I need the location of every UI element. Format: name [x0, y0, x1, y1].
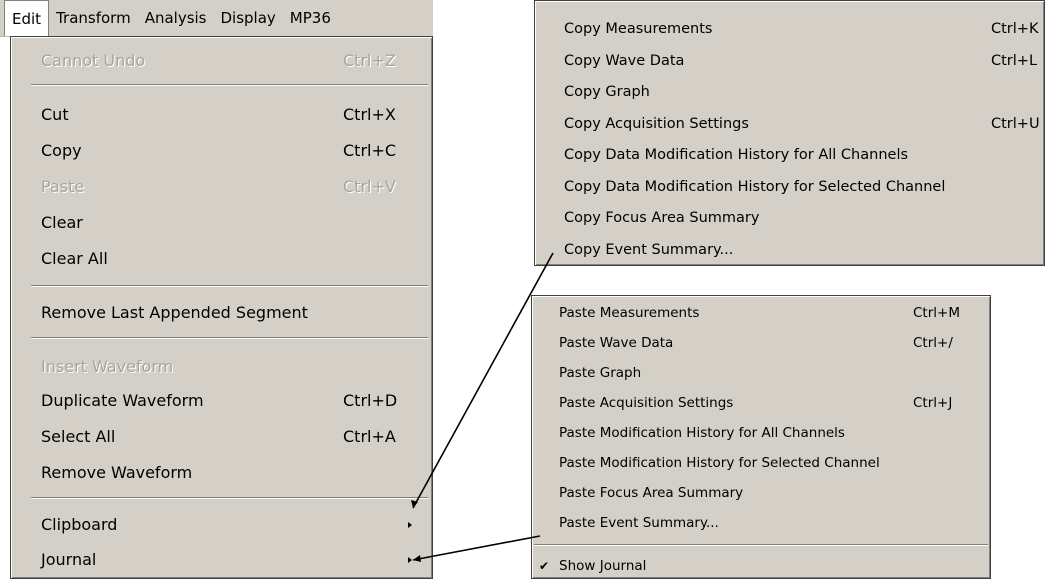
menu-item-label: Copy Event Summary...	[564, 241, 734, 258]
clipboard-item[interactable]: Copy Focus Area Summary	[535, 203, 1044, 235]
menu-item-label: Paste Acquisition Settings	[559, 395, 734, 411]
menu-item-shortcut: Ctrl+C	[343, 141, 397, 160]
clipboard-item[interactable]: Copy Wave Data Ctrl+L	[535, 46, 1044, 78]
menu-item-clipboard[interactable]: Clipboard	[11, 507, 432, 543]
menu-analysis-label: Analysis	[144, 9, 207, 27]
menu-item-label: Paste Wave Data	[559, 335, 674, 351]
menu-item-label: Copy Measurements	[564, 21, 713, 37]
menu-item-shortcut: Ctrl+Z	[343, 51, 396, 70]
journal-item-show-journal[interactable]: ✔ Show Journal	[532, 551, 990, 581]
menu-separator	[31, 285, 428, 287]
menu-item-label: Copy Data Modification History for Selec…	[564, 178, 946, 195]
menu-item-label: Remove Last Appended Segment	[41, 303, 308, 322]
menu-item-label: Remove Waveform	[41, 463, 193, 482]
menu-item-remove-last-segment[interactable]: Remove Last Appended Segment	[11, 295, 432, 331]
menu-item-shortcut: Ctrl+X	[343, 105, 396, 124]
menu-item-label: Paste Event Summary...	[559, 515, 719, 531]
journal-item[interactable]: Paste Graph	[532, 358, 990, 388]
journal-item[interactable]: Paste Event Summary...	[532, 508, 990, 538]
menu-item-label: Paste	[41, 177, 85, 196]
menu-item-shortcut: Ctrl+M	[913, 305, 960, 321]
clipboard-item[interactable]: Copy Data Modification History for All C…	[535, 140, 1044, 172]
menu-item-shortcut: Ctrl+J	[913, 395, 953, 411]
menu-item-shortcut: Ctrl+/	[913, 335, 953, 351]
journal-item[interactable]: Paste Acquisition Settings Ctrl+J	[532, 388, 990, 418]
checkmark-icon: ✔	[539, 559, 550, 573]
menu-item-label: Cut	[41, 105, 69, 124]
menu-item-clear-all[interactable]: Clear All	[11, 241, 432, 277]
clipboard-item[interactable]: Copy Graph	[535, 77, 1044, 109]
menu-item-label: Paste Measurements	[559, 305, 700, 321]
menu-item-journal[interactable]: Journal	[11, 542, 432, 578]
menu-item-shortcut: Ctrl+L	[991, 52, 1038, 69]
menu-mp36-label: MP36	[289, 9, 331, 27]
journal-item[interactable]: Paste Wave Data Ctrl+/	[532, 328, 990, 358]
menu-item-label: Paste Graph	[559, 365, 642, 381]
clipboard-item[interactable]: Copy Event Summary...	[535, 235, 1044, 267]
menu-item-label: Paste Modification History for All Chann…	[559, 425, 845, 441]
menu-separator	[31, 337, 428, 339]
menu-item-label: Copy	[41, 141, 82, 160]
menu-display[interactable]: Display	[214, 0, 283, 36]
menu-item-label: Copy Data Modification History for All C…	[564, 147, 909, 163]
menu-item-shortcut: Ctrl+U	[991, 115, 1040, 132]
menu-item-shortcut: Ctrl+K	[991, 21, 1039, 37]
menu-bar: Edit Transform Analysis Display MP36	[0, 0, 433, 37]
menu-item-label: Clear All	[41, 249, 108, 268]
menu-item-label: Paste Focus Area Summary	[559, 485, 744, 501]
clipboard-item[interactable]: Copy Data Modification History for Selec…	[535, 172, 1044, 204]
menu-item-label: Insert Waveform	[41, 357, 174, 376]
menu-separator	[31, 84, 428, 86]
journal-item[interactable]: Paste Measurements Ctrl+M	[532, 298, 990, 328]
menu-item-label: Paste Modification History for Selected …	[559, 455, 880, 471]
menu-transform[interactable]: Transform	[49, 0, 138, 36]
menu-item-cut[interactable]: Cut Ctrl+X	[11, 97, 432, 133]
clipboard-submenu: Copy Measurements Ctrl+K Copy Wave Data …	[534, 0, 1045, 266]
journal-submenu: Paste Measurements Ctrl+M Paste Wave Dat…	[531, 295, 991, 579]
menu-item-shortcut: Ctrl+D	[343, 391, 398, 410]
menu-item-undo[interactable]: Cannot Undo Ctrl+Z	[11, 43, 432, 79]
menu-separator	[534, 544, 988, 546]
menu-display-label: Display	[220, 9, 276, 27]
submenu-arrow-icon	[408, 557, 412, 563]
menu-item-insert-waveform[interactable]: Insert Waveform	[11, 349, 432, 385]
journal-item[interactable]: Paste Modification History for All Chann…	[532, 418, 990, 448]
menu-item-label: Copy Focus Area Summary	[564, 210, 760, 226]
clipboard-item[interactable]: Copy Acquisition Settings Ctrl+U	[535, 109, 1044, 141]
menu-item-remove-waveform[interactable]: Remove Waveform	[11, 455, 432, 491]
menu-item-label: Show Journal	[559, 558, 647, 574]
menu-item-label: Duplicate Waveform	[41, 391, 204, 410]
menu-edit[interactable]: Edit	[4, 0, 50, 36]
submenu-arrow-icon	[408, 522, 412, 528]
menu-item-clear[interactable]: Clear	[11, 205, 432, 241]
edit-menu: Cannot Undo Ctrl+Z Cut Ctrl+X Copy Ctrl+…	[10, 36, 433, 579]
menu-separator	[31, 497, 428, 499]
menu-item-label: Copy Wave Data	[564, 52, 685, 69]
journal-item[interactable]: Paste Modification History for Selected …	[532, 448, 990, 478]
menu-item-label: Copy Graph	[564, 84, 650, 100]
menu-item-select-all[interactable]: Select All Ctrl+A	[11, 419, 432, 455]
menu-item-copy[interactable]: Copy Ctrl+C	[11, 133, 432, 169]
menu-item-paste[interactable]: Paste Ctrl+V	[11, 169, 432, 205]
menu-analysis[interactable]: Analysis	[138, 0, 214, 36]
menu-item-shortcut: Ctrl+A	[343, 427, 396, 446]
menu-item-label: Select All	[41, 427, 116, 446]
menu-mp36[interactable]: MP36	[283, 0, 338, 36]
menu-item-label: Clipboard	[41, 515, 118, 534]
menu-item-shortcut: Ctrl+V	[343, 177, 396, 196]
menu-item-label: Journal	[41, 550, 97, 569]
menu-item-label: Copy Acquisition Settings	[564, 115, 749, 132]
menu-item-duplicate-waveform[interactable]: Duplicate Waveform Ctrl+D	[11, 383, 432, 419]
menu-item-label: Cannot Undo	[41, 51, 146, 70]
journal-item[interactable]: Paste Focus Area Summary	[532, 478, 990, 508]
clipboard-item[interactable]: Copy Measurements Ctrl+K	[535, 14, 1044, 46]
menu-transform-label: Transform	[56, 9, 131, 27]
menu-item-label: Clear	[41, 213, 83, 232]
menu-edit-label: Edit	[12, 9, 42, 28]
